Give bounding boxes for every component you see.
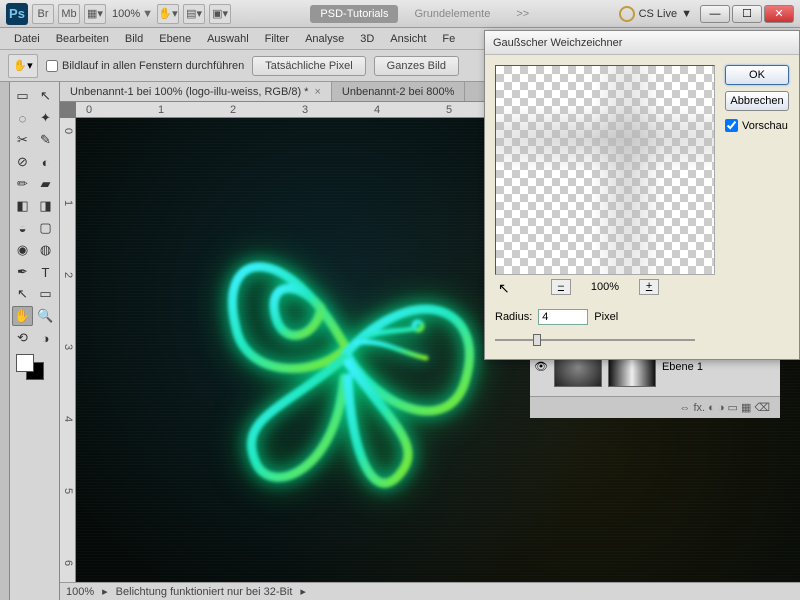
- menu-3d[interactable]: 3D: [352, 31, 382, 47]
- radius-label: Radius:: [495, 311, 532, 323]
- tool-2-1[interactable]: ✎: [35, 130, 56, 150]
- gaussian-blur-dialog: Gaußscher Weichzeichner – 100% + Radius:…: [484, 30, 800, 360]
- preview-checkbox[interactable]: Vorschau: [725, 119, 789, 132]
- status-zoom[interactable]: 100%: [66, 586, 94, 598]
- status-message: Belichtung funktioniert nur bei 32-Bit: [116, 586, 293, 598]
- zoom-in-button[interactable]: +: [639, 279, 659, 295]
- menu-datei[interactable]: Datei: [6, 31, 48, 47]
- document-tab-2[interactable]: Unbenannt-2 bei 800%: [332, 82, 466, 101]
- tool-9-1[interactable]: ▭: [35, 284, 56, 304]
- zoom-level[interactable]: 100%: [112, 8, 140, 20]
- ruler-vertical: 01234567: [60, 118, 76, 582]
- tool-1-0[interactable]: ◌: [12, 108, 33, 128]
- view-extras-icon[interactable]: ▦▾: [84, 4, 106, 24]
- bridge-icon[interactable]: Br: [32, 4, 54, 24]
- dialog-title[interactable]: Gaußscher Weichzeichner: [485, 31, 799, 55]
- color-swatches[interactable]: [12, 354, 57, 384]
- workspace-more[interactable]: >>: [506, 5, 539, 23]
- tool-8-0[interactable]: ✒: [12, 262, 33, 282]
- preview-zoom-level: 100%: [591, 281, 619, 293]
- tool-3-0[interactable]: ⊘: [12, 152, 33, 172]
- radius-input[interactable]: [538, 309, 588, 325]
- arrange-icon[interactable]: ▤▾: [183, 4, 205, 24]
- tool-0-1[interactable]: ↖: [35, 86, 56, 106]
- tool-6-1[interactable]: ▢: [35, 218, 56, 238]
- workspace-tab-tutorials[interactable]: PSD-Tutorials: [310, 5, 398, 23]
- workspace-tab-grundelemente[interactable]: Grundelemente: [404, 5, 500, 23]
- minimize-button[interactable]: —: [700, 5, 730, 23]
- fit-screen-button[interactable]: Ganzes Bild: [374, 56, 459, 76]
- actual-pixels-button[interactable]: Tatsächliche Pixel: [252, 56, 365, 76]
- mini-bridge-icon[interactable]: Mb: [58, 4, 80, 24]
- document-tab-1[interactable]: Unbenannt-1 bei 100% (logo-illu-weiss, R…: [60, 82, 332, 101]
- cancel-button[interactable]: Abbrechen: [725, 91, 789, 111]
- menu-auswahl[interactable]: Auswahl: [199, 31, 257, 47]
- menu-ansicht[interactable]: Ansicht: [382, 31, 434, 47]
- tool-4-0[interactable]: ✏: [12, 174, 33, 194]
- hand-tool-icon[interactable]: ✋▾: [157, 4, 179, 24]
- layers-panel-footer: ⇔ fx. ◐ ◑ ▭ ▦ ⌫: [530, 396, 780, 418]
- status-bar: 100% ▸ Belichtung funktioniert nur bei 3…: [60, 582, 800, 600]
- tool-4-1[interactable]: ▰: [35, 174, 56, 194]
- toolbox: ▭↖◌✦✂✎⊘◐✏▰◧◨◒▢◉◍✒T↖▭✋🔍⟲◑: [10, 82, 60, 600]
- menu-ebene[interactable]: Ebene: [151, 31, 199, 47]
- title-bar: Ps Br Mb ▦▾ 100%▼ ✋▾ ▤▾ ▣▾ PSD-Tutorials…: [0, 0, 800, 28]
- radius-unit: Pixel: [594, 311, 618, 323]
- tool-1-1[interactable]: ✦: [35, 108, 56, 128]
- tool-11-1[interactable]: ◑: [35, 328, 56, 348]
- tool-9-0[interactable]: ↖: [12, 284, 33, 304]
- close-button[interactable]: ✕: [764, 5, 794, 23]
- screen-mode-icon[interactable]: ▣▾: [209, 4, 231, 24]
- tool-0-0[interactable]: ▭: [12, 86, 33, 106]
- tool-8-1[interactable]: T: [35, 262, 56, 282]
- cs-live-button[interactable]: CS Live ▼: [619, 6, 692, 22]
- menu-filter[interactable]: Filter: [257, 31, 297, 47]
- visibility-icon[interactable]: 👁: [534, 360, 548, 373]
- menu-bearbeiten[interactable]: Bearbeiten: [48, 31, 117, 47]
- ok-button[interactable]: OK: [725, 65, 789, 85]
- artwork-butterfly: [166, 178, 506, 498]
- app-logo: Ps: [6, 3, 28, 25]
- panel-collapse-bar[interactable]: [0, 82, 10, 600]
- close-tab-icon[interactable]: ×: [314, 86, 320, 98]
- layers-footer-icons[interactable]: ⇔ fx. ◐ ◑ ▭ ▦ ⌫: [679, 401, 770, 414]
- scroll-all-checkbox[interactable]: Bildlauf in allen Fenstern durchführen: [46, 60, 244, 72]
- maximize-button[interactable]: ☐: [732, 5, 762, 23]
- tool-7-0[interactable]: ◉: [12, 240, 33, 260]
- radius-slider[interactable]: [495, 331, 695, 349]
- tool-2-0[interactable]: ✂: [12, 130, 33, 150]
- filter-preview[interactable]: [495, 65, 715, 275]
- menu-bild[interactable]: Bild: [117, 31, 151, 47]
- foreground-swatch[interactable]: [16, 354, 34, 372]
- zoom-out-button[interactable]: –: [551, 279, 571, 295]
- tool-7-1[interactable]: ◍: [35, 240, 56, 260]
- menu-analyse[interactable]: Analyse: [297, 31, 352, 47]
- tool-10-0[interactable]: ✋: [12, 306, 33, 326]
- tool-11-0[interactable]: ⟲: [12, 328, 33, 348]
- tool-6-0[interactable]: ◒: [12, 218, 33, 238]
- layer-name[interactable]: Ebene 1: [662, 361, 703, 373]
- current-tool-indicator[interactable]: ✋▾: [8, 54, 38, 78]
- tool-5-0[interactable]: ◧: [12, 196, 33, 216]
- tool-5-1[interactable]: ◨: [35, 196, 56, 216]
- tool-10-1[interactable]: 🔍: [35, 306, 56, 326]
- tool-3-1[interactable]: ◐: [35, 152, 56, 172]
- menu-fenster[interactable]: Fe: [434, 31, 463, 47]
